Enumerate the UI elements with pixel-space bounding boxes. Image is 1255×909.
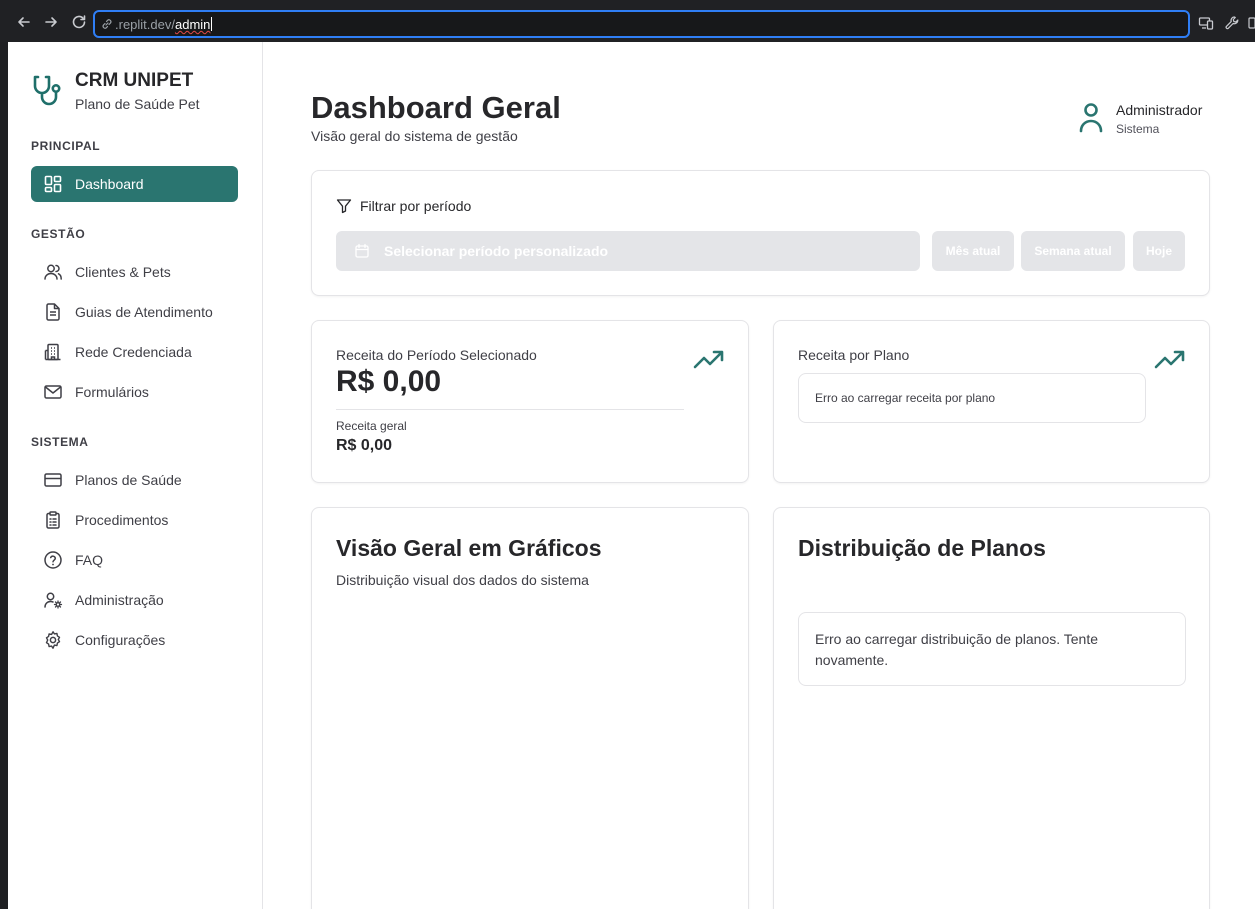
sidebar-item-rede[interactable]: Rede Credenciada <box>31 334 238 370</box>
sidebar-item-label: Planos de Saúde <box>75 472 182 488</box>
sidebar-item-label: Rede Credenciada <box>75 344 192 360</box>
revenue-value: R$ 0,00 <box>336 365 442 398</box>
mail-icon <box>43 382 63 402</box>
url-domain: .replit.dev/ <box>115 17 175 32</box>
user-cog-icon <box>43 590 63 610</box>
section-label-principal: PRINCIPAL <box>31 139 101 153</box>
file-text-icon <box>43 302 63 322</box>
distribution-error: Erro ao carregar distribuição de planos.… <box>798 612 1186 686</box>
forward-arrow-icon[interactable] <box>42 13 60 31</box>
sidebar-item-administracao[interactable]: Administração <box>31 582 238 618</box>
sidebar: CRM UNIPET Plano de Saúde Pet PRINCIPAL … <box>8 42 263 909</box>
sidebar-item-planos[interactable]: Planos de Saúde <box>31 462 238 498</box>
plan-revenue-label: Receita por Plano <box>798 347 910 363</box>
current-month-button[interactable]: Mês atual <box>932 231 1014 271</box>
sidebar-item-clientes[interactable]: Clientes & Pets <box>31 254 238 290</box>
period-revenue-card: Receita do Período Selecionado R$ 0,00 R… <box>311 320 749 483</box>
users-icon <box>43 262 63 282</box>
revenue-divider <box>336 409 684 410</box>
filter-title: Filtrar por período <box>360 198 472 214</box>
current-week-button[interactable]: Semana atual <box>1021 231 1125 271</box>
sidebar-item-label: Clientes & Pets <box>75 264 171 280</box>
sidebar-item-label: Dashboard <box>75 176 144 192</box>
calendar-icon <box>354 243 370 259</box>
sidebar-item-dashboard[interactable]: Dashboard <box>31 166 238 202</box>
user-role: Sistema <box>1116 122 1160 136</box>
sidebar-item-label: Formulários <box>75 384 149 400</box>
sidebar-item-procedimentos[interactable]: Procedimentos <box>31 502 238 538</box>
trending-up-icon <box>1154 349 1186 371</box>
trending-up-icon <box>693 349 725 371</box>
wrench-icon[interactable] <box>1224 15 1240 31</box>
period-filter-card: Filtrar por período Selecionar período p… <box>311 170 1210 296</box>
date-range-placeholder: Selecionar período personalizado <box>384 243 609 259</box>
browser-toolbar: .replit.dev/admin <box>0 0 1255 42</box>
back-arrow-icon[interactable] <box>15 13 33 31</box>
sidebar-item-faq[interactable]: FAQ <box>31 542 238 578</box>
sidebar-item-guias[interactable]: Guias de Atendimento <box>31 294 238 330</box>
extension-icon[interactable] <box>1248 15 1255 31</box>
general-revenue-value: R$ 0,00 <box>336 437 393 454</box>
window-edge <box>0 42 8 909</box>
charts-title: Visão Geral em Gráficos <box>336 535 602 561</box>
brand-title: CRM UNIPET <box>75 70 194 91</box>
filter-icon <box>336 198 352 214</box>
gear-icon <box>43 630 63 650</box>
reload-icon[interactable] <box>70 13 88 31</box>
stethoscope-icon <box>31 74 63 108</box>
plan-revenue-error: Erro ao carregar receita por plano <box>798 373 1146 423</box>
url-text[interactable]: .replit.dev/admin <box>115 17 213 32</box>
clipboard-list-icon <box>43 510 63 530</box>
sidebar-item-label: FAQ <box>75 552 104 568</box>
section-label-gestao: GESTÃO <box>31 227 86 241</box>
credit-card-icon <box>43 470 63 490</box>
sidebar-item-configuracoes[interactable]: Configurações <box>31 622 238 658</box>
address-bar[interactable]: .replit.dev/admin <box>93 10 1190 38</box>
charts-overview-card: Visão Geral em Gráficos Distribuição vis… <box>311 507 749 909</box>
distribution-title: Distribuição de Planos <box>798 535 1046 561</box>
page-subtitle: Visão geral do sistema de gestão <box>311 128 518 144</box>
plans-distribution-card: Distribuição de Planos Erro ao carregar … <box>773 507 1210 909</box>
section-label-sistema: SISTEMA <box>31 435 89 449</box>
charts-subtitle: Distribuição visual dos dados do sistema <box>336 572 589 588</box>
link-icon <box>100 17 114 31</box>
sidebar-item-formularios[interactable]: Formulários <box>31 374 238 410</box>
user-name[interactable]: Administrador <box>1116 102 1202 118</box>
url-path: admin <box>174 17 211 32</box>
date-range-picker[interactable]: Selecionar período personalizado <box>336 231 920 271</box>
text-caret <box>211 17 213 31</box>
sidebar-item-label: Configurações <box>75 632 166 648</box>
devices-icon[interactable] <box>1198 15 1214 31</box>
general-revenue-label: Receita geral <box>336 419 407 433</box>
help-circle-icon <box>43 550 63 570</box>
sidebar-item-label: Guias de Atendimento <box>75 304 213 320</box>
page-title: Dashboard Geral <box>311 90 561 125</box>
layout-dashboard-icon <box>43 174 63 194</box>
brand-subtitle: Plano de Saúde Pet <box>75 96 200 112</box>
sidebar-item-label: Procedimentos <box>75 512 169 528</box>
building-icon <box>43 342 63 362</box>
sidebar-item-label: Administração <box>75 592 164 608</box>
plan-revenue-card: Receita por Plano Erro ao carregar recei… <box>773 320 1210 483</box>
revenue-label: Receita do Período Selecionado <box>336 347 537 363</box>
app-window: CRM UNIPET Plano de Saúde Pet PRINCIPAL … <box>8 42 1255 909</box>
today-button[interactable]: Hoje <box>1133 231 1185 271</box>
user-icon[interactable] <box>1077 102 1105 134</box>
